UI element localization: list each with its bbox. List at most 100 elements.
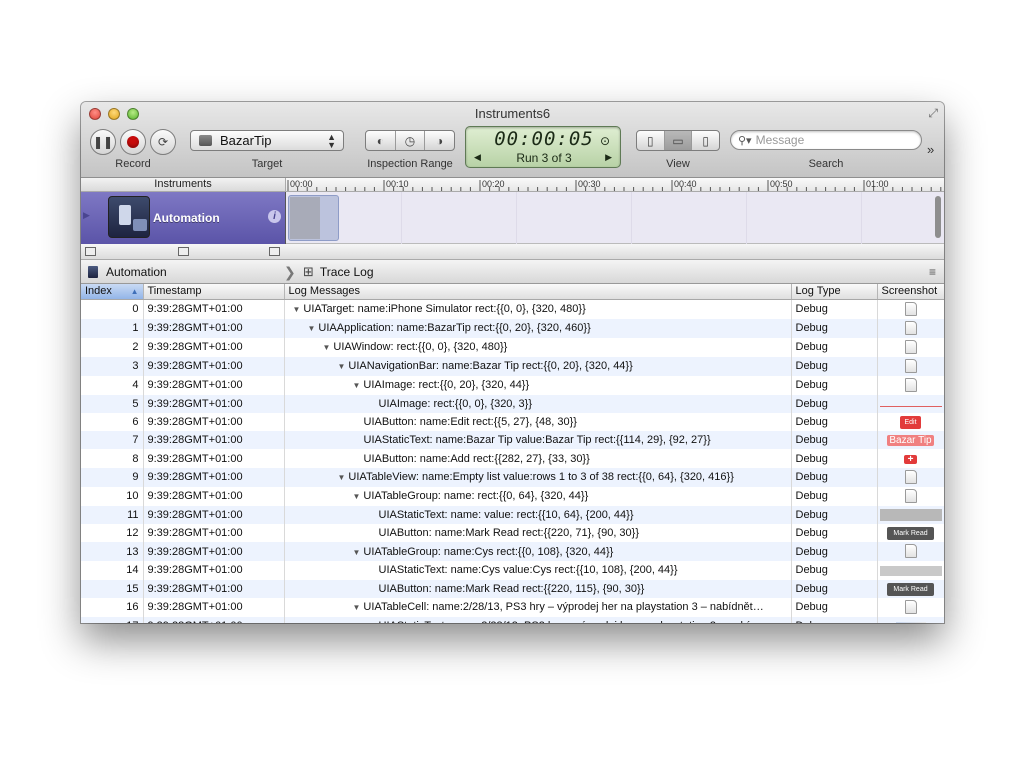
- view-bottom-pane-button[interactable]: ▭: [664, 131, 693, 150]
- cell-index: 10: [81, 486, 144, 506]
- view-control: ▯ ▭ ▯: [636, 130, 720, 151]
- cell-timestamp: 9:39:28GMT+01:00: [143, 486, 285, 506]
- cell-screenshot[interactable]: [877, 597, 944, 617]
- disclosure-triangle-icon[interactable]: ▼: [353, 492, 361, 501]
- chart-options-icon[interactable]: [85, 247, 96, 256]
- table-row[interactable]: 11 9:39:28GMT+01:00 UIAStaticText: name: v…: [81, 505, 944, 524]
- table-row[interactable]: 6 9:39:28GMT+01:00 UIAButton: name:Edit re…: [81, 412, 944, 432]
- cell-screenshot[interactable]: +: [877, 449, 944, 468]
- cell-screenshot[interactable]: Edit: [877, 412, 944, 432]
- cell-screenshot[interactable]: [877, 337, 944, 357]
- range-start-button[interactable]: ◐: [366, 131, 396, 150]
- table-row[interactable]: 4 9:39:28GMT+01:00 ▼ UIAImage: rect:{{0, 20…: [81, 375, 944, 395]
- column-header-log-messages[interactable]: Log Messages: [284, 284, 792, 300]
- search-field[interactable]: ⚲▾: [730, 130, 922, 150]
- cell-screenshot[interactable]: [877, 616, 944, 623]
- timeline-ruler[interactable]: 00:00 00:10 00:20 00:30 00:40 00:50 01:00: [286, 178, 944, 192]
- timeline-gridline: [401, 192, 402, 244]
- screenshot-thumbnail: Edit: [900, 415, 921, 429]
- view-right-pane-button[interactable]: ▯: [692, 131, 719, 150]
- pause-button[interactable]: ❚❚: [90, 129, 116, 155]
- column-header-log-type[interactable]: Log Type: [791, 284, 878, 300]
- run-track[interactable]: [288, 195, 339, 241]
- table-row[interactable]: 14 9:39:28GMT+01:00 UIAStaticText: name:Cy…: [81, 561, 944, 580]
- cell-screenshot[interactable]: [877, 394, 944, 413]
- cell-index: 9: [81, 467, 144, 487]
- cell-screenshot[interactable]: [877, 299, 944, 319]
- table-row[interactable]: 12 9:39:28GMT+01:00 UIAButton: name:Mark R…: [81, 523, 944, 543]
- cell-screenshot[interactable]: Mark Read: [877, 579, 944, 598]
- column-header-timestamp[interactable]: Timestamp: [143, 284, 285, 300]
- timeline-scrollbar[interactable]: [935, 196, 941, 238]
- next-run-button[interactable]: ▶: [605, 152, 612, 163]
- table-row[interactable]: 2 9:39:28GMT+01:00 ▼ UIAWindow: rect:{{0, 0…: [81, 337, 944, 357]
- library-icon[interactable]: [178, 247, 189, 256]
- cell-index: 4: [81, 375, 144, 395]
- search-input[interactable]: [755, 133, 906, 147]
- cell-screenshot[interactable]: [877, 318, 944, 338]
- instrument-timeline[interactable]: [286, 192, 944, 244]
- cell-log-message: UIAStaticText: name: value: rect:{{10, 6…: [284, 505, 792, 524]
- info-icon[interactable]: i: [268, 210, 281, 223]
- toolbar-overflow-icon[interactable]: »: [927, 142, 934, 157]
- table-row[interactable]: 3 9:39:28GMT+01:00 ▼ UIANavigationBar: name…: [81, 356, 944, 376]
- range-end-button[interactable]: ◑: [425, 131, 454, 150]
- table-row[interactable]: 15 9:39:28GMT+01:00 UIAButton: name:Mark R…: [81, 579, 944, 598]
- view-left-pane-button[interactable]: ▯: [637, 131, 665, 150]
- record-button[interactable]: [120, 129, 146, 155]
- cell-screenshot[interactable]: [877, 542, 944, 562]
- trace-log-table[interactable]: Index ▲ Timestamp Log Messages Log Type S…: [81, 284, 944, 623]
- cell-index: 6: [81, 412, 144, 432]
- target-popup[interactable]: BazarTip ▲ ▼: [190, 130, 344, 151]
- cell-log-message: UIAButton: name:Mark Read rect:{{220, 11…: [284, 579, 792, 598]
- instrument-row-automation[interactable]: ▶ Automation i: [81, 192, 286, 244]
- cell-log-message: UIAButton: name:Mark Read rect:{{220, 71…: [284, 523, 792, 543]
- cell-index: 8: [81, 449, 144, 468]
- table-row[interactable]: 9 9:39:28GMT+01:00 ▼ UIATableView: name:Emp…: [81, 467, 944, 487]
- elapsed-time: 00:00:05: [494, 128, 594, 150]
- table-row[interactable]: 0 9:39:28GMT+01:00 ▼ UIATarget: name:iPhone…: [81, 299, 944, 319]
- cell-timestamp: 9:39:28GMT+01:00: [143, 375, 285, 395]
- disclosure-triangle-icon[interactable]: ▼: [338, 362, 346, 371]
- disclosure-triangle-icon[interactable]: ▼: [308, 324, 316, 333]
- table-row[interactable]: 7 9:39:28GMT+01:00 UIAStaticText: name:Baz…: [81, 431, 944, 450]
- detail-instrument-selector[interactable]: Automation: [81, 260, 286, 284]
- disclosure-triangle-icon[interactable]: ▼: [353, 603, 361, 612]
- fullscreen-icon[interactable]: ⤢: [928, 106, 938, 121]
- cell-screenshot[interactable]: Bazar Tip: [877, 431, 944, 450]
- detail-view-selector[interactable]: ⊞ Trace Log: [297, 260, 374, 284]
- cell-screenshot[interactable]: [877, 356, 944, 376]
- cell-screenshot[interactable]: [877, 561, 944, 580]
- cell-log-type: Debug: [791, 394, 878, 413]
- cell-timestamp: 9:39:28GMT+01:00: [143, 523, 285, 543]
- column-header-screenshot[interactable]: Screenshot: [877, 284, 944, 300]
- screenshot-thumbnail: Mark Read: [887, 527, 934, 541]
- column-header-index[interactable]: Index ▲: [81, 284, 144, 300]
- range-clear-button[interactable]: ◷: [396, 131, 426, 150]
- table-row[interactable]: 1 9:39:28GMT+01:00 ▼ UIAApplication: name:B…: [81, 318, 944, 338]
- table-row[interactable]: 179:39:28GMT+01:00 UIAStaticText: name:2/…: [81, 616, 944, 623]
- cell-timestamp: 9:39:28GMT+01:00: [143, 505, 285, 524]
- clock-icon[interactable]: ⊙: [600, 134, 610, 148]
- table-row[interactable]: 13 9:39:28GMT+01:00 ▼ UIATableGroup: name:C…: [81, 542, 944, 562]
- detail-toggle-icon[interactable]: [269, 247, 280, 256]
- cell-screenshot[interactable]: [877, 486, 944, 506]
- loop-button[interactable]: ⟳: [150, 129, 176, 155]
- disclosure-triangle-icon[interactable]: ▼: [323, 343, 331, 352]
- list-menu-icon[interactable]: ≡: [929, 265, 936, 279]
- disclosure-triangle-icon[interactable]: ▼: [353, 381, 361, 390]
- table-row[interactable]: 8 9:39:28GMT+01:00 UIAButton: name:Add rec…: [81, 449, 944, 468]
- cell-screenshot[interactable]: [877, 505, 944, 524]
- disclosure-triangle-icon[interactable]: ▼: [338, 473, 346, 482]
- table-row[interactable]: 16 9:39:28GMT+01:00 ▼ UIATableCell: name:2/…: [81, 597, 944, 617]
- cell-screenshot[interactable]: [877, 375, 944, 395]
- cell-screenshot[interactable]: [877, 467, 944, 487]
- disclosure-triangle-icon[interactable]: ▶: [83, 210, 90, 221]
- cell-screenshot[interactable]: Mark Read: [877, 523, 944, 543]
- table-row[interactable]: 5 9:39:28GMT+01:00 UIAImage: rect:{{0, 0},…: [81, 394, 944, 413]
- disclosure-triangle-icon[interactable]: ▼: [293, 305, 301, 314]
- cell-index: 13: [81, 542, 144, 562]
- table-row[interactable]: 10 9:39:28GMT+01:00 ▼ UIATableGroup: name: …: [81, 486, 944, 506]
- cell-log-type: Debug: [791, 356, 878, 376]
- disclosure-triangle-icon[interactable]: ▼: [353, 548, 361, 557]
